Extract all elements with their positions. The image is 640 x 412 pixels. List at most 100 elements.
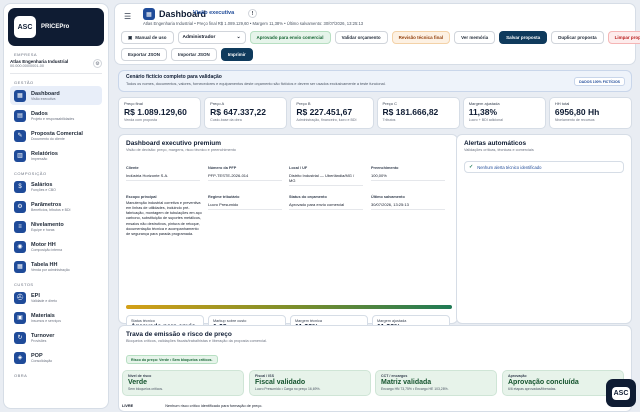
stage-sub: 6/6 etapas aprovadas/liberadas. (508, 387, 557, 391)
params-icon: ⚙ (14, 200, 26, 213)
exec-fields-row1: Cliente Indústria Horizonte S.A. Número da… (126, 166, 452, 187)
sidebar-item-text: Materiais Insumos e serviços (31, 313, 61, 323)
stage-label: Nível de risco (128, 374, 152, 378)
alert-item[interactable]: ✓ Nenhum alerta técnico identificado (464, 161, 624, 173)
fill-progress-bar (126, 305, 452, 309)
sidebar-item-label: Relatórios (31, 150, 58, 157)
sidebar-item-label: Dashboard (31, 90, 60, 97)
kpi-card: Margem ajustada 11,38% Lucro + BDI adicion… (462, 97, 546, 129)
exportar-json-button[interactable]: Exportar JSON (121, 48, 168, 61)
limpar-proposta-button[interactable]: Limpar proposta (607, 31, 640, 44)
sidebar-item-sal-rios[interactable]: $ Salários Funções e CBO (10, 177, 102, 196)
asc-logo-icon: ASC (14, 16, 36, 38)
risk-chip: Risco do preço: Verde • Sem bloqueios cr… (126, 355, 218, 364)
sidebar-item-turnover[interactable]: ↻ Turnover Provisões (10, 328, 102, 347)
field-value[interactable]: 30/07/2026, 13:25:13 (371, 201, 445, 211)
kpi-sub: Nivelamento de recursos (554, 118, 595, 122)
header-summary: Atlas Engenharia Industrial • Preço fina… (143, 21, 364, 26)
kpi-value: R$ 647.337,22 (210, 107, 266, 117)
kpi-card: Preço A R$ 647.337,22 Custo-base da obra (204, 97, 288, 129)
salvar-proposta-button[interactable]: Salvar proposta (499, 31, 548, 44)
sidebar-item-dashboard[interactable]: ▦ Dashboard Visão executiva (10, 86, 102, 105)
assistant-button[interactable]: ASC (606, 379, 636, 407)
sidebar-item-proposta-comercial[interactable]: ✎ Proposta Comercial Documento do cliente (10, 126, 102, 145)
alerts-title: Alertas automáticos (464, 140, 527, 147)
exec-field: Status do orçamento Aprovado para envio c… (289, 195, 371, 237)
importar-json-button[interactable]: Importar JSON (171, 48, 217, 61)
kpi-label: Preço final (124, 101, 143, 106)
sidebar-item-relat-rios[interactable]: ▥ Relatórios Impressão (10, 146, 102, 165)
sidebar-item-materiais[interactable]: ▣ Materiais Insumos e serviços (10, 308, 102, 327)
brand-header[interactable]: ASC PRICEPro (8, 8, 104, 46)
book-icon: ▣ (128, 34, 133, 40)
sidebar-item-motor-hh[interactable]: ◉ Motor HH Composição interna (10, 237, 102, 256)
field-value[interactable]: Distrito Industrial — Uberlândia/MG / MG (289, 172, 363, 187)
company-section-label: EMPRESA (14, 52, 38, 57)
risk-title: Trava de emissão e risco de preço (126, 331, 232, 338)
exec-field: Regime tributário Lucro Presumido (208, 195, 289, 237)
sidebar-item-epi[interactable]: ⛑ EPI Validade e direto (10, 288, 102, 307)
kpi-value: R$ 181.666,82 (382, 107, 439, 117)
brand-name: PRICEPro (41, 24, 70, 30)
salary-icon: $ (14, 180, 26, 193)
sidebar-item-text: Motor HH Composição interna (31, 242, 62, 252)
field-value[interactable]: Aprovado para envio comercial (289, 201, 363, 211)
kpi-row: Preço final R$ 1.089.129,60 Venda com prop… (118, 97, 633, 129)
engine-icon: ◉ (14, 240, 26, 253)
epi-icon: ⛑ (14, 291, 26, 304)
stage-sub: Encargo HN 73,75% • Encargo HE 103,28%. (381, 387, 449, 391)
sidebar-item-par-metros[interactable]: ⚙ Parâmetros Benefícios, tributos e BDI (10, 197, 102, 216)
kpi-sub: Venda com proposta (124, 118, 157, 122)
field-value[interactable]: PFP-TESTE-2026-014 (208, 172, 282, 182)
sidebar-item-text: Nivelamento Equipe e horas (31, 222, 64, 232)
sidebar-item-text: Turnover Provisões (31, 333, 54, 343)
field-value[interactable]: Lucro Presumido (208, 201, 282, 211)
info-button[interactable]: ! (248, 9, 257, 18)
revis-o-t-cnica-final-button[interactable]: Revisão técnica final (391, 31, 451, 44)
section-label: CUSTOS (14, 282, 34, 287)
duplicar-proposta-button[interactable]: Duplicar proposta (551, 31, 604, 44)
manual-button-label: Manual de uso (135, 35, 167, 40)
imprimir-button[interactable]: Imprimir (220, 48, 253, 61)
ver-mem-ria-button[interactable]: Ver memória (454, 31, 496, 44)
sidebar: ASC PRICEPro EMPRESA Atlas Engenharia In… (3, 3, 109, 409)
proposal-icon: ✎ (14, 129, 26, 142)
status-label: Margem ajustada (377, 319, 407, 323)
stage-sub: Lucro Presumido • Carga no preço 16,69%. (255, 387, 321, 391)
kpi-value: R$ 1.089.129,60 (124, 107, 187, 117)
kpi-card: Preço C R$ 181.666,82 Tributos (376, 97, 460, 129)
gear-icon[interactable]: ⚙ (93, 59, 102, 68)
sidebar-item-tabela-hh[interactable]: ▦ Tabela HH Venda por administração (10, 257, 102, 276)
sidebar-item-text: Relatórios Impressão (31, 151, 58, 161)
sidebar-item-text: Tabela HH Venda por administração (31, 262, 70, 272)
risk-stage-card: Nível de risco Verde Sem bloqueios crítico… (122, 370, 244, 396)
validar-or-amento-button[interactable]: Validar orçamento (334, 31, 388, 44)
alerts-subtitle: Validações críticas, técnicas e comercia… (464, 148, 534, 152)
turnover-icon: ↻ (14, 331, 26, 344)
exec-field: Local / UF Distrito Industrial — Uberlând… (289, 166, 371, 187)
aprovado-para-envio-comercial-button[interactable]: Aprovado para envio comercial (249, 31, 331, 44)
sidebar-item-pop[interactable]: ◈ POP Consolidação (10, 348, 102, 367)
field-value[interactable]: Indústria Horizonte S.A. (126, 172, 200, 182)
field-label: Local / UF (289, 166, 308, 170)
kpi-card: HH total 6956,80 Hh Nivelamento de recurso… (548, 97, 633, 129)
sidebar-item-dados[interactable]: ▤ Dados Projeto e responsabilidades (10, 106, 102, 125)
sidebar-item-nivelamento[interactable]: ≡ Nivelamento Equipe e horas (10, 217, 102, 236)
banner-title: Cenário fictício completo para validação (126, 74, 222, 80)
manual-button[interactable]: ▣ Manual de uso (121, 31, 174, 44)
menu-icon[interactable]: ☰ (124, 12, 131, 21)
exec-field: Último salvamento 30/07/2026, 13:25:13 (371, 195, 452, 237)
alert-text: Nenhum alerta técnico identificado (477, 164, 542, 170)
sidebar-item-text: Dashboard Visão executiva (31, 91, 60, 101)
stage-value: Aprovação concluída (508, 379, 579, 386)
kpi-sub: Administração, financeiro, lucro e BDI (296, 118, 357, 122)
sidebar-item-sublabel: Equipe e horas (31, 227, 55, 232)
fictitious-badge: DADOS 100% FICTÍCIOS (574, 77, 625, 86)
company-card[interactable]: Atlas Engenharia Industrial 00.000.000/0… (10, 59, 102, 68)
sidebar-item-sublabel: Visão executiva (31, 96, 56, 101)
role-select[interactable]: Administrador ⌄ (177, 31, 246, 44)
executive-dashboard-panel: Dashboard executivo premium Visão de dec… (118, 134, 458, 351)
table-icon: ▦ (14, 260, 26, 273)
view-label: Visão executiva (193, 10, 235, 16)
field-value[interactable]: 100,00% (371, 172, 445, 182)
